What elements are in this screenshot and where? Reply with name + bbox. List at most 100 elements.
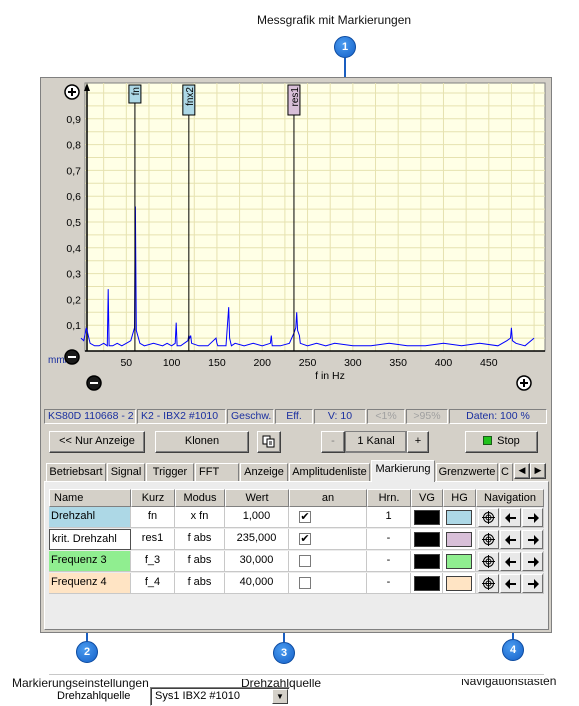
column-header-name[interactable]: Name — [49, 489, 131, 507]
marker-vg-cell[interactable] — [411, 573, 443, 594]
tab-markierung[interactable]: Markierung — [371, 460, 435, 482]
marker-enabled-checkbox[interactable]: ✔ — [299, 533, 311, 545]
marker-kurz-cell[interactable]: f_3 — [131, 551, 175, 572]
marker-hg-cell[interactable] — [443, 551, 476, 572]
application-window: 0,1 0,2 0,3 0,4 0,5 0,6 0,7 0,8 0,9 50 100 150 200 25… — [40, 77, 552, 706]
tab-grenzwerte[interactable]: Grenzwerte — [436, 463, 498, 481]
tab-scroll-right-button[interactable]: ▶ — [530, 463, 546, 479]
column-header-an[interactable]: an — [289, 489, 367, 507]
marker-wert-cell[interactable]: 30,000 — [225, 551, 289, 572]
crosshair-icon[interactable] — [478, 530, 499, 549]
marker-modus-cell[interactable]: x fn — [175, 507, 225, 528]
arrow-left-icon[interactable] — [500, 508, 521, 527]
marker-hg-cell[interactable] — [443, 507, 476, 528]
status-device: KS80D 110668 - 2 — [44, 409, 136, 424]
crosshair-icon[interactable] — [478, 508, 499, 527]
copy-button[interactable] — [257, 431, 281, 453]
column-header-navigation[interactable]: Navigation — [476, 489, 544, 507]
marker-modus-cell[interactable]: f abs — [175, 551, 225, 572]
column-header-kurz[interactable]: Kurz — [131, 489, 175, 507]
marker-kurz-cell[interactable]: f_4 — [131, 573, 175, 594]
channel-plus-button[interactable]: + — [407, 431, 429, 453]
measurement-chart[interactable]: 0,1 0,2 0,3 0,4 0,5 0,6 0,7 0,8 0,9 50 100 150 200 25… — [42, 79, 551, 406]
tab-fft[interactable]: FFT — [195, 463, 239, 481]
chevron-down-icon[interactable]: ▼ — [272, 689, 288, 704]
marker-label: res1 — [290, 87, 301, 107]
marker-enabled-cell[interactable]: ✔ — [289, 507, 367, 528]
x-tick-label: 350 — [389, 357, 407, 369]
arrow-right-icon[interactable] — [522, 574, 543, 593]
marker-name-cell[interactable]: Drehzahl — [49, 507, 131, 528]
arrow-left-icon[interactable] — [500, 552, 521, 571]
x-tick-label: 450 — [480, 357, 498, 369]
x-tick-label: 150 — [208, 357, 226, 369]
rpm-source-select[interactable]: Sys1 IBX2 #1010 ▼ — [150, 687, 290, 706]
marker-enabled-cell[interactable] — [289, 573, 367, 594]
foreground-color-swatch[interactable] — [414, 510, 440, 525]
tab-anzeige[interactable]: Anzeige — [240, 463, 288, 481]
plot-area[interactable] — [84, 82, 546, 352]
marker-wert-cell[interactable]: 1,000 — [225, 507, 289, 528]
copy-icon — [262, 435, 275, 448]
column-header-hg[interactable]: HG — [443, 489, 476, 507]
background-color-swatch[interactable] — [446, 554, 472, 569]
grid-bottom-strip — [49, 674, 544, 679]
channel-minus-button[interactable]: - — [321, 431, 345, 453]
marker-name-cell[interactable]: Frequenz 4 — [49, 573, 131, 594]
tab-amplitudenliste[interactable]: Amplitudenliste — [289, 463, 370, 481]
marker-enabled-checkbox[interactable]: ✔ — [299, 511, 311, 523]
marker-modus-cell[interactable]: f abs — [175, 529, 225, 550]
tab-scroll-left-button[interactable]: ◀ — [514, 463, 530, 479]
marker-enabled-cell[interactable] — [289, 551, 367, 572]
marker-navigation-cell[interactable] — [476, 551, 544, 572]
marker-navigation-cell[interactable] — [476, 529, 544, 550]
tab-truncated[interactable]: C — [499, 463, 513, 481]
tab-trigger[interactable]: Trigger — [146, 463, 194, 481]
marker-navigation-cell[interactable] — [476, 507, 544, 528]
column-header-hrn[interactable]: Hrn. — [367, 489, 411, 507]
arrow-right-icon[interactable] — [522, 508, 543, 527]
chart-svg[interactable]: 0,1 0,2 0,3 0,4 0,5 0,6 0,7 0,8 0,9 50 100 150 200 25… — [42, 79, 551, 406]
marker-name-cell[interactable]: Frequenz 3 — [49, 551, 131, 572]
marker-navigation-cell[interactable] — [476, 573, 544, 594]
arrow-left-icon[interactable] — [500, 530, 521, 549]
marker-kurz-cell[interactable]: res1 — [131, 529, 175, 550]
marker-hg-cell[interactable] — [443, 529, 476, 550]
marker-enabled-cell[interactable]: ✔ — [289, 529, 367, 550]
foreground-color-swatch[interactable] — [414, 554, 440, 569]
marker-wert-cell[interactable]: 40,000 — [225, 573, 289, 594]
marker-settings-panel: Name Kurz Modus Wert an Hrn. VG HG Navigation Dre… — [44, 481, 549, 706]
marker-enabled-checkbox[interactable] — [299, 577, 311, 589]
only-display-button[interactable]: << Nur Anzeige — [49, 431, 145, 453]
marker-modus-cell[interactable]: f abs — [175, 573, 225, 594]
marker-kurz-cell[interactable]: fn — [131, 507, 175, 528]
marker-hrn-cell[interactable]: - — [367, 573, 411, 594]
marker-vg-cell[interactable] — [411, 507, 443, 528]
marker-vg-cell[interactable] — [411, 529, 443, 550]
foreground-color-swatch[interactable] — [414, 532, 440, 547]
marker-hg-cell[interactable] — [443, 573, 476, 594]
clone-button[interactable]: Klonen — [155, 431, 249, 453]
tab-betriebsart[interactable]: Betriebsart — [46, 463, 106, 481]
tab-signal[interactable]: Signal — [107, 463, 145, 481]
marker-hrn-cell[interactable]: - — [367, 529, 411, 550]
crosshair-icon[interactable] — [478, 574, 499, 593]
marker-hrn-cell[interactable]: 1 — [367, 507, 411, 528]
column-header-wert[interactable]: Wert — [225, 489, 289, 507]
marker-vg-cell[interactable] — [411, 551, 443, 572]
stop-button[interactable]: Stop — [465, 431, 538, 453]
arrow-right-icon[interactable] — [522, 530, 543, 549]
marker-enabled-checkbox[interactable] — [299, 555, 311, 567]
marker-hrn-cell[interactable]: - — [367, 551, 411, 572]
background-color-swatch[interactable] — [446, 576, 472, 591]
background-color-swatch[interactable] — [446, 510, 472, 525]
arrow-right-icon[interactable] — [522, 552, 543, 571]
marker-name-cell[interactable]: krit. Drehzahl — [49, 529, 131, 550]
column-header-modus[interactable]: Modus — [175, 489, 225, 507]
marker-wert-cell[interactable]: 235,000 — [225, 529, 289, 550]
foreground-color-swatch[interactable] — [414, 576, 440, 591]
crosshair-icon[interactable] — [478, 552, 499, 571]
background-color-swatch[interactable] — [446, 532, 472, 547]
arrow-left-icon[interactable] — [500, 574, 521, 593]
column-header-vg[interactable]: VG — [411, 489, 443, 507]
